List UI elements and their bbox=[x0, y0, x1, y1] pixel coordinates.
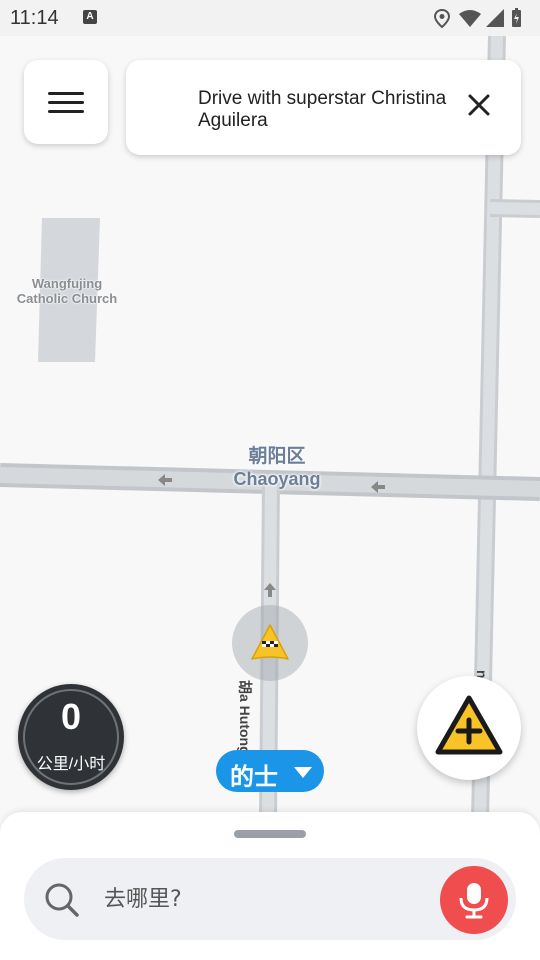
location-icon bbox=[433, 8, 451, 29]
street-label: 胡a Hutong bbox=[237, 680, 253, 755]
speed-value: 0 bbox=[60, 696, 82, 737]
search-icon bbox=[45, 883, 79, 917]
notification-icon: A bbox=[83, 10, 97, 24]
promo-text: Drive with superstar Christina Aguilera bbox=[198, 88, 447, 131]
sheet-drag-handle[interactable] bbox=[234, 830, 306, 838]
status-bar: 11:14 A bbox=[0, 0, 540, 36]
signal-icon bbox=[486, 9, 504, 27]
current-location-marker[interactable] bbox=[232, 605, 308, 681]
district-label-en: Chaoyang bbox=[233, 469, 321, 489]
close-button[interactable] bbox=[459, 85, 499, 125]
speed-unit: 公里/小时 bbox=[36, 756, 106, 773]
district-label: 朝阳区 Chaoyang bbox=[222, 446, 332, 490]
report-hazard-icon bbox=[435, 695, 503, 755]
promo-banner[interactable]: Drive with superstar Christina Aguilera bbox=[126, 60, 521, 155]
destination-search-input[interactable] bbox=[102, 878, 406, 920]
battery-icon bbox=[512, 8, 521, 27]
caret-down-icon bbox=[294, 767, 312, 778]
microphone-icon bbox=[459, 883, 489, 919]
search-bar[interactable] bbox=[24, 858, 516, 940]
bottom-sheet[interactable] bbox=[0, 812, 540, 960]
report-hazard-button[interactable] bbox=[417, 676, 521, 780]
vehicle-mode-label: 的士 bbox=[230, 763, 278, 791]
close-icon bbox=[468, 94, 490, 116]
status-time: 11:14 bbox=[10, 7, 59, 29]
wifi-icon bbox=[459, 10, 481, 27]
system-status-icons bbox=[433, 8, 521, 29]
taxi-marker-icon bbox=[251, 624, 289, 660]
speedometer: 0 公里/小时 bbox=[18, 684, 124, 790]
menu-button[interactable] bbox=[24, 60, 108, 144]
vehicle-mode-selector[interactable]: 的士 bbox=[216, 750, 324, 792]
district-label-zh: 朝阳区 bbox=[248, 446, 306, 467]
voice-search-button[interactable] bbox=[440, 866, 508, 934]
poi-label[interactable]: Wangfujing Catholic Church bbox=[10, 276, 124, 306]
